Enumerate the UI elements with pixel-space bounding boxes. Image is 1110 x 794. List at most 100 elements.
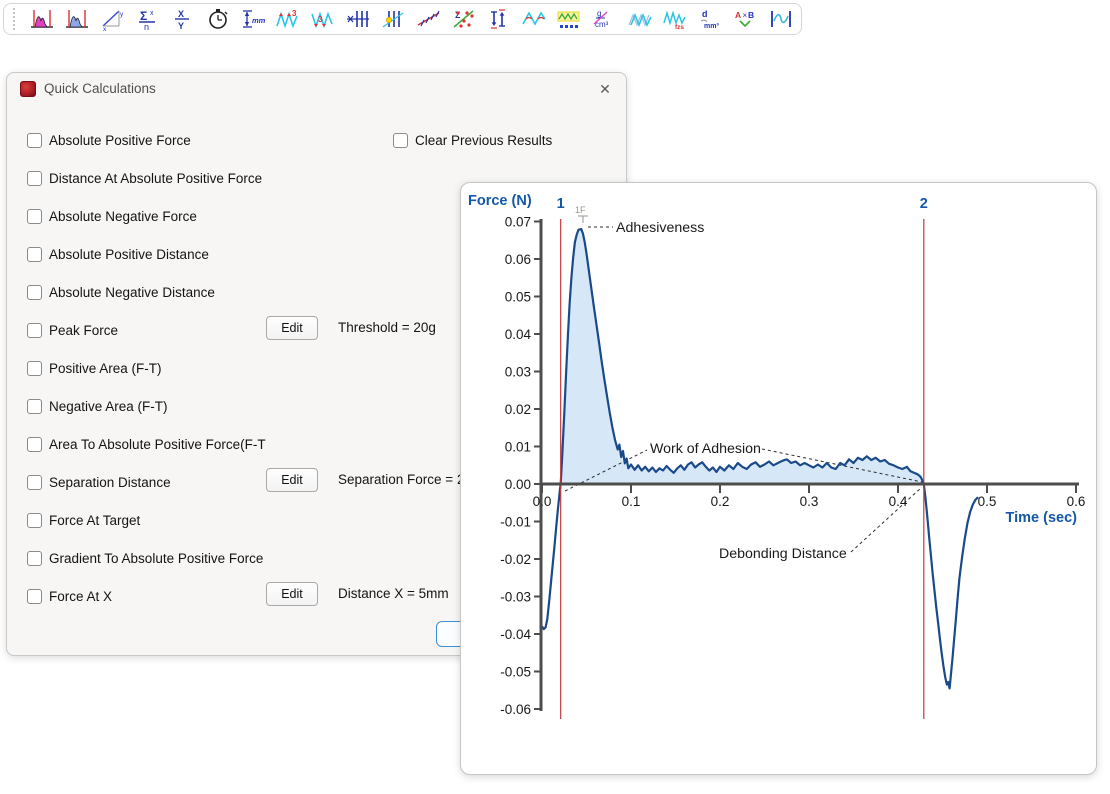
y-tick-label: 0.04 xyxy=(505,327,532,342)
x-tick-label: 0.5 xyxy=(978,494,997,509)
y-tick-label: -0.06 xyxy=(500,702,531,717)
formula-axb-icon[interactable]: A×B xyxy=(732,7,758,31)
x-tick-label: 0.1 xyxy=(622,494,641,509)
volume-d-mm3-icon[interactable]: d mm³ xyxy=(697,7,723,31)
anchor-number-1: 1 xyxy=(557,196,565,212)
x-axis-title: Time (sec) xyxy=(1006,510,1078,526)
calc-label: Gradient To Absolute Positive Force xyxy=(49,551,263,566)
calc-row-absolute-negative-distance: Absolute Negative Distance xyxy=(27,281,215,303)
y-tick-label: 0.01 xyxy=(505,439,531,454)
density-g-cm3-icon[interactable]: gcm³ xyxy=(592,7,618,31)
checkbox-absolute-negative-force[interactable] xyxy=(27,209,42,224)
checkbox-separation-distance[interactable] xyxy=(27,475,42,490)
x-tick-label: 0.0 xyxy=(533,494,552,509)
svg-text:x: x xyxy=(150,10,154,17)
svg-text:Σ: Σ xyxy=(140,9,147,23)
y-tick-label: 0.02 xyxy=(505,402,531,417)
close-icon[interactable]: ✕ xyxy=(596,80,614,98)
waveform-fzs-icon[interactable]: fzs xyxy=(662,7,688,31)
svg-text:x: x xyxy=(103,26,107,31)
checkbox-absolute-negative-distance[interactable] xyxy=(27,285,42,300)
svg-text:B: B xyxy=(748,10,754,20)
calc-row-force-at-x: Force At X Edit Distance X = 5mm xyxy=(27,585,112,607)
y-tick-label: 0.06 xyxy=(505,252,531,267)
checkbox-absolute-positive-force[interactable] xyxy=(27,133,42,148)
calc-label: Positive Area (F-T) xyxy=(49,361,162,376)
clear-previous-results-row: Clear Previous Results xyxy=(393,129,552,151)
threshold-value: Threshold = 20g xyxy=(338,320,436,335)
curve-segment-icon[interactable] xyxy=(768,7,794,31)
svg-text:n: n xyxy=(144,22,149,31)
dialog-titlebar[interactable]: Quick Calculations ✕ xyxy=(7,73,626,105)
area-peaks-blue-icon[interactable] xyxy=(64,7,90,31)
anchor-number-2: 2 xyxy=(920,196,928,212)
calc-label: Absolute Positive Distance xyxy=(49,247,209,262)
debonding-distance-annotation: Debonding Distance xyxy=(719,546,847,562)
edit-separation-force-button[interactable]: Edit xyxy=(266,468,318,492)
slope-hatch-icon[interactable] xyxy=(416,7,442,31)
checkbox-force-at-x[interactable] xyxy=(27,589,42,604)
svg-text:fzs: fzs xyxy=(675,24,684,31)
ratio-x-over-y-icon[interactable]: XY xyxy=(169,7,195,31)
edit-distance-x-button[interactable]: Edit xyxy=(266,582,318,606)
svg-text:X: X xyxy=(178,9,184,19)
svg-text:×: × xyxy=(743,11,748,20)
calc-label: Negative Area (F-T) xyxy=(49,399,168,414)
calc-label: Peak Force xyxy=(49,323,118,338)
svg-text:mm: mm xyxy=(252,16,266,25)
calc-label: Distance At Absolute Positive Force xyxy=(49,171,262,186)
gradient-xy-icon[interactable]: yx xyxy=(99,7,125,31)
calc-row-absolute-positive-distance: Absolute Positive Distance xyxy=(27,243,209,265)
x-tick-label: 0.3 xyxy=(800,494,819,509)
adhesiveness-annotation: Adhesiveness xyxy=(616,220,704,236)
x-tick-label: 0.6 xyxy=(1067,494,1086,509)
checkbox-positive-area[interactable] xyxy=(27,361,42,376)
svg-text:3: 3 xyxy=(292,9,297,18)
area-peaks-magenta-icon[interactable] xyxy=(29,7,55,31)
count-peaks-3-icon[interactable]: 3 xyxy=(275,7,301,31)
checkbox-area-to-abs-pos-force[interactable] xyxy=(27,437,42,452)
crossings-icon[interactable] xyxy=(345,7,371,31)
checkbox-gradient-to-abs-pos-force[interactable] xyxy=(27,551,42,566)
peak-marker-pin-icon xyxy=(578,216,588,223)
svg-text:mm³: mm³ xyxy=(704,23,719,30)
calc-row-force-at-target: Force At Target xyxy=(27,509,140,531)
y-tick-label: 0.07 xyxy=(505,214,531,229)
edit-threshold-button[interactable]: Edit xyxy=(266,316,318,340)
work-of-adhesion-annotation: Work of Adhesion xyxy=(650,441,761,457)
angle-arcs-icon[interactable] xyxy=(521,7,547,31)
band-area-icon[interactable] xyxy=(556,7,582,31)
checkbox-clear-previous-results[interactable] xyxy=(393,133,408,148)
anchor-crossings-icon[interactable] xyxy=(380,7,406,31)
calc-row-absolute-negative-force: Absolute Negative Force xyxy=(27,205,197,227)
y-tick-label: 0.00 xyxy=(505,477,531,492)
sigma-average-icon[interactable]: Σxn xyxy=(134,7,160,31)
calc-label: Area To Absolute Positive Force(F-T xyxy=(49,437,266,452)
separation-force-value: Separation Force = 2 xyxy=(338,472,464,487)
y-tick-label: 0.05 xyxy=(505,289,531,304)
checkbox-negative-area[interactable] xyxy=(27,399,42,414)
checkbox-force-at-target[interactable] xyxy=(27,513,42,528)
calc-row-area-to-abs-pos-force: Area To Absolute Positive Force(F-T xyxy=(27,433,266,455)
checkbox-distance-at-abs-pos-force[interactable] xyxy=(27,171,42,186)
y-tick-label: -0.04 xyxy=(500,627,531,642)
toolbar: yx Σxn XY mm 3 3 Σ gcm³ fzs dmm³ A×B xyxy=(3,3,802,35)
peak-marker-label: 1F xyxy=(575,205,586,215)
distance-mm-icon[interactable]: mm xyxy=(240,7,266,31)
force-markers-icon[interactable] xyxy=(486,7,512,31)
checkbox-absolute-positive-distance[interactable] xyxy=(27,247,42,262)
force-time-chart: 12 0.070.060.050.040.030.020.010.00-0.01… xyxy=(461,183,1098,776)
checkbox-peak-force[interactable] xyxy=(27,323,42,338)
y-axis-title: Force (N) xyxy=(468,193,532,209)
toolbar-grip[interactable] xyxy=(13,8,15,30)
calc-label: Force At Target xyxy=(49,513,140,528)
x-tick-label: 0.2 xyxy=(711,494,730,509)
scatter-sigma-icon[interactable]: Σ xyxy=(451,7,477,31)
svg-text:g: g xyxy=(597,9,601,18)
calc-label: Absolute Negative Force xyxy=(49,209,197,224)
count-troughs-3-icon[interactable]: 3 xyxy=(310,7,336,31)
distance-x-value: Distance X = 5mm xyxy=(338,586,449,601)
stopwatch-icon[interactable] xyxy=(205,7,231,31)
svg-text:d: d xyxy=(702,9,708,19)
multi-waveform-icon[interactable] xyxy=(627,7,653,31)
